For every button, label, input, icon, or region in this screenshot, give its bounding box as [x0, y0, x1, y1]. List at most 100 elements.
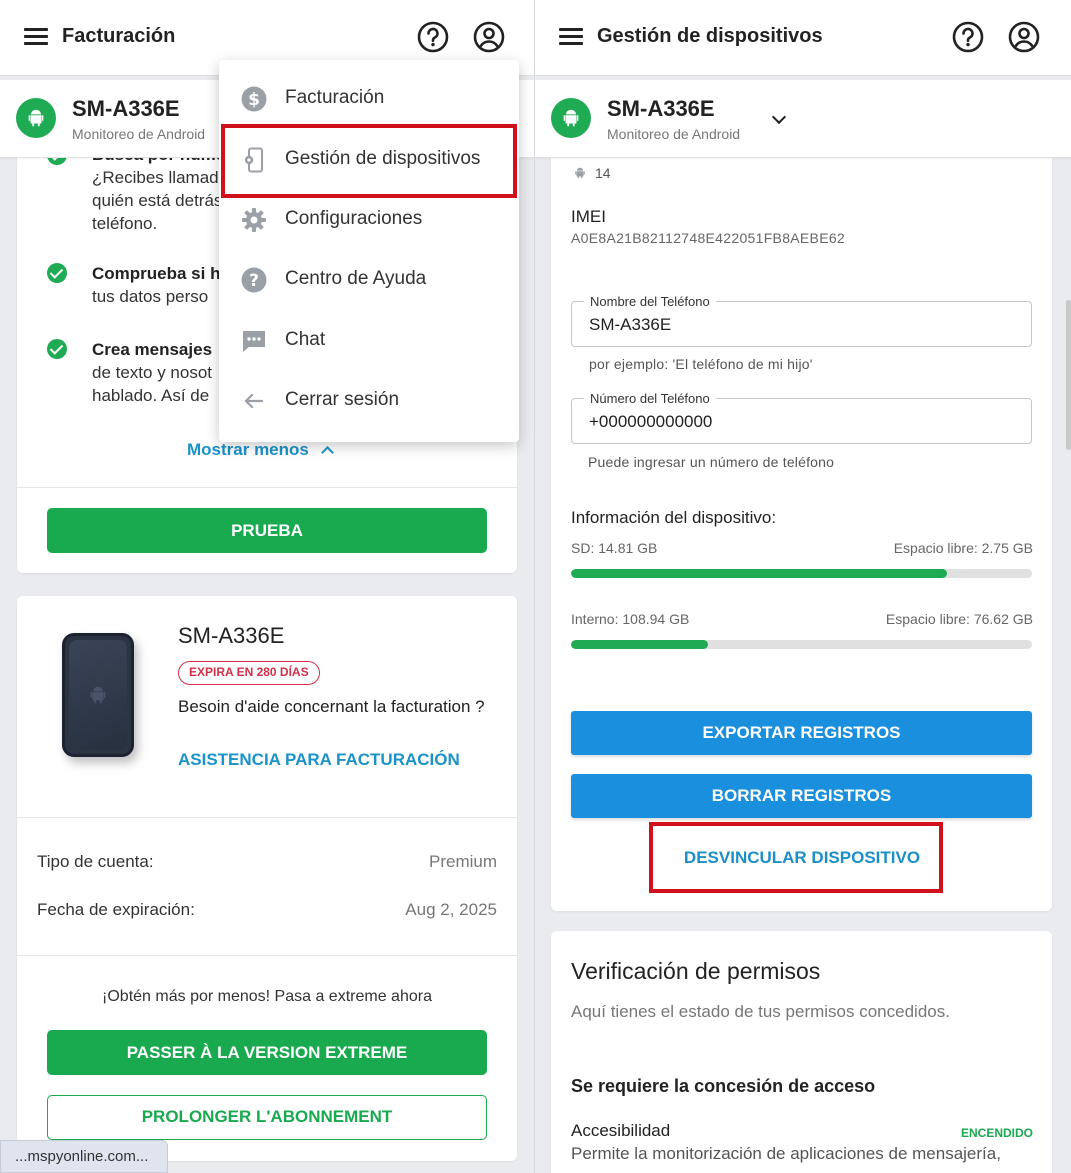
sd-usage-bar [571, 569, 1032, 578]
sd-free-space: Espacio libre: 2.75 GB [893, 540, 1033, 556]
menu-item-label: Cerrar sesión [285, 389, 400, 410]
feature-title: Crea mensajes [92, 340, 213, 359]
account-dropdown-menu: $ Facturación Gestión de dispositivos Co… [219, 60, 519, 442]
menu-item-label: Configuraciones [285, 208, 423, 229]
imei-label: IMEI [571, 207, 606, 226]
page-title: Facturación [62, 25, 176, 47]
internal-usage-bar [571, 640, 1032, 649]
delete-logs-button[interactable]: BORRAR REGISTROS [571, 774, 1032, 818]
billing-help-text: Besoin d'aide concernant la facturation … [178, 697, 485, 716]
check-icon [47, 263, 67, 283]
dollar-circle-icon: $ [241, 86, 267, 112]
menu-item-billing[interactable]: $ Facturación [219, 69, 519, 129]
internal-free-space: Espacio libre: 76.62 GB [885, 611, 1033, 627]
chevron-up-icon [321, 446, 334, 459]
expire-badge: EXPIRA EN 280 DÍAS [178, 661, 320, 685]
menu-item-label: Facturación [285, 87, 385, 108]
menu-item-logout[interactable]: Cerrar sesión [219, 371, 519, 431]
svg-text:$: $ [248, 90, 260, 110]
highlight-box [649, 822, 943, 893]
top-bar: Gestión de dispositivos [535, 0, 1071, 76]
arrow-left-icon [244, 393, 264, 409]
help-circle-icon: ? [241, 267, 267, 293]
divider [17, 955, 517, 956]
android-avatar [551, 98, 591, 138]
android-version: 14 [595, 165, 611, 181]
feature-text: tus datos perso [92, 287, 209, 306]
device-info-label: Información del dispositivo: [571, 508, 777, 527]
permission-name: Accesibilidad [571, 1121, 671, 1140]
phone-name-field[interactable]: Nombre del Teléfono [571, 294, 1032, 347]
menu-item-chat[interactable]: Chat [219, 311, 519, 371]
menu-item-label: Centro de Ayuda [285, 268, 427, 289]
feature-text: ¿Recibes llamadas [92, 168, 237, 187]
phone-number-field[interactable]: Número del Teléfono [571, 391, 1032, 444]
status-url: ...mspyonline.com... [0, 1140, 168, 1173]
divider [17, 487, 517, 488]
sd-capacity: SD: 14.81 GB [571, 540, 658, 556]
device-header[interactable]: SM-A336E Monitoreo de Android [535, 80, 1071, 158]
gear-icon [242, 208, 266, 232]
android-icon [28, 109, 44, 127]
phone-number-legend: Número del Teléfono [584, 391, 716, 406]
menu-item-settings[interactable]: Configuraciones [219, 190, 519, 250]
device-name: SM-A336E [607, 96, 715, 121]
device-name: SM-A336E [72, 96, 180, 121]
phone-number-help: Puede ingresar un número de teléfono [588, 454, 835, 470]
phone-name-input[interactable] [589, 315, 1009, 335]
trial-button[interactable]: PRUEBA [47, 508, 487, 553]
menu-item-label: Chat [285, 329, 326, 350]
chat-bubble-icon [243, 331, 265, 352]
feature-text: quién está detrás [92, 191, 223, 210]
phone-number-input[interactable] [589, 412, 1009, 432]
expiration-label: Fecha de expiración: [37, 900, 195, 919]
billing-support-link[interactable]: ASISTENCIA PARA FACTURACIÓN [178, 750, 460, 770]
feature-text: de texto y nosot [92, 363, 213, 382]
plan-device-name: SM-A336E [178, 623, 285, 648]
help-icon[interactable] [416, 20, 450, 54]
phone-name-legend: Nombre del Teléfono [584, 294, 716, 309]
phone-image [62, 633, 134, 757]
divider [17, 817, 517, 818]
check-icon [47, 339, 67, 359]
feature-text: hablado. Así de [92, 386, 210, 405]
page-title: Gestión de dispositivos [597, 25, 823, 47]
account-icon[interactable] [472, 20, 506, 54]
account-type-label: Tipo de cuenta: [37, 852, 154, 871]
device-subtitle: Monitoreo de Android [72, 126, 206, 142]
upgrade-button[interactable]: PASSER À LA VERSION EXTREME [47, 1030, 487, 1075]
show-less-link[interactable]: Mostrar menos [187, 440, 334, 460]
extend-subscription-button[interactable]: PROLONGER L'ABONNEMENT [47, 1095, 487, 1140]
feature-text: teléfono. [92, 214, 158, 233]
export-logs-button[interactable]: EXPORTAR REGISTROS [571, 711, 1032, 755]
account-icon[interactable] [1007, 20, 1041, 54]
android-icon [90, 686, 106, 704]
phone-name-help: por ejemplo: 'El teléfono de mi hijo' [589, 356, 813, 372]
hamburger-menu-icon[interactable] [559, 28, 583, 46]
permission-status: ENCENDIDO [960, 1126, 1033, 1140]
help-icon[interactable] [951, 20, 985, 54]
feature-title: Comprueba si h [92, 264, 221, 283]
internal-usage-fill [571, 640, 708, 649]
highlight-box [221, 124, 517, 198]
svg-text:?: ? [249, 271, 259, 291]
access-required-heading: Se requiere la concesión de acceso [571, 1076, 876, 1096]
android-icon [563, 109, 579, 127]
device-subtitle: Monitoreo de Android [607, 126, 741, 142]
feature-item-3: Crea mensajes de texto y nosot hablado. … [92, 338, 212, 407]
expiration-value: Aug 2, 2025 [405, 900, 497, 919]
permissions-subtitle: Aquí tienes el estado de tus permisos co… [571, 1002, 950, 1021]
permission-description: Permite la monitorización de aplicacione… [571, 1144, 1001, 1163]
menu-item-help-center[interactable]: ? Centro de Ayuda [219, 250, 519, 310]
permissions-title: Verificación de permisos [571, 958, 821, 984]
imei-value: A0E8A21B82112748E422051FB8AEBE62 [571, 230, 845, 246]
account-type-value: Premium [428, 852, 497, 871]
show-less-label: Mostrar menos [187, 440, 309, 459]
android-icon [575, 167, 585, 179]
scrollbar[interactable] [1066, 300, 1071, 450]
hamburger-menu-icon[interactable] [24, 28, 48, 46]
internal-capacity: Interno: 108.94 GB [571, 611, 690, 627]
feature-item-2: Comprueba si h tus datos perso [92, 262, 220, 308]
device-management-panel: 14 IMEI A0E8A21B82112748E422051FB8AEBE62… [535, 0, 1071, 1173]
upsell-text: ¡Obtén más por menos! Pasa a extreme aho… [102, 988, 432, 1005]
